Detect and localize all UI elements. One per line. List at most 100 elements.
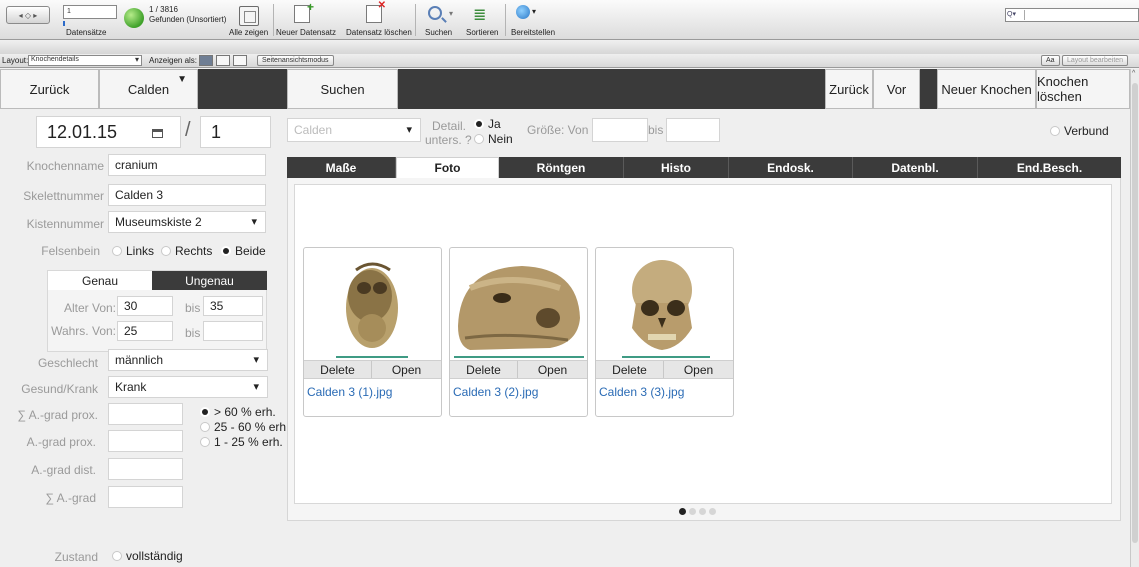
skeleton-number-field[interactable]: Calden 3 xyxy=(108,184,266,206)
preservation-mid-radio[interactable]: 25 - 60 % erh. xyxy=(200,420,289,434)
verbund-radio[interactable]: Verbund xyxy=(1050,124,1109,138)
size-to-field[interactable] xyxy=(666,118,720,142)
age-precision-panel: Genau Ungenau Alter Von: 30 bis 35 Wahrs… xyxy=(47,270,267,352)
page-dot[interactable] xyxy=(709,508,716,515)
share-dropdown-icon[interactable]: ▾ xyxy=(532,7,536,16)
scrollbar-thumb[interactable] xyxy=(1132,83,1138,543)
next-button[interactable]: Vor xyxy=(873,69,920,109)
open-photo-button[interactable]: Open xyxy=(372,361,441,378)
tab-endoscopy[interactable]: Endosk. xyxy=(729,157,853,178)
petrous-left-radio[interactable]: Links xyxy=(112,244,154,258)
abrasion-prox-label: A.-grad prox. xyxy=(26,435,96,449)
delete-record-button[interactable]: Datensatz löschen xyxy=(346,28,412,37)
photo-filename-link[interactable]: Calden 3 (3).jpg xyxy=(599,385,684,399)
delete-photo-button[interactable]: Delete xyxy=(596,361,664,378)
detail-no-radio[interactable]: Nein xyxy=(474,132,513,146)
health-select[interactable]: Krank xyxy=(108,376,268,398)
tab-measurements[interactable]: Maße xyxy=(287,157,396,178)
record-book-icon[interactable]: ◂ ◇ ▸ xyxy=(6,6,50,24)
tab-xray[interactable]: Röntgen xyxy=(499,157,624,178)
quick-find-input[interactable]: Q▾ xyxy=(1005,8,1139,22)
petrous-right-radio[interactable]: Rechts xyxy=(161,244,212,258)
page-dot[interactable] xyxy=(699,508,706,515)
found-status: Gefunden (Unsortiert) xyxy=(149,15,227,24)
photo-filename-link[interactable]: Calden 3 (2).jpg xyxy=(453,385,538,399)
sex-select[interactable]: männlich xyxy=(108,349,268,371)
text-format-button[interactable]: Aa xyxy=(1041,55,1060,66)
tab-datasheet[interactable]: Datenbl. xyxy=(853,157,978,178)
preview-mode-button[interactable]: Seitenansichtsmodus xyxy=(257,55,334,66)
preservation-low-radio[interactable]: 1 - 25 % erh. xyxy=(200,435,283,449)
scroll-up-icon[interactable]: ^ xyxy=(1132,70,1135,77)
skull-photo-1[interactable] xyxy=(304,248,441,358)
delete-record-icon[interactable] xyxy=(366,0,386,23)
tab-exact[interactable]: Genau xyxy=(48,271,152,290)
delete-photo-button[interactable]: Delete xyxy=(304,361,372,378)
box-number-select[interactable]: Museumskiste 2 xyxy=(108,211,266,233)
sum-abrasion-prox-field[interactable] xyxy=(108,403,183,425)
skull-photo-2[interactable] xyxy=(450,248,587,358)
sex-label: Geschlecht xyxy=(37,356,98,370)
new-record-icon[interactable] xyxy=(294,0,314,23)
size-from-field[interactable] xyxy=(592,118,648,142)
photo-filename-link[interactable]: Calden 3 (1).jpg xyxy=(307,385,392,399)
sequence-number-field[interactable]: 1 xyxy=(200,116,271,148)
search-button[interactable]: Suchen xyxy=(425,28,452,37)
show-all-icon[interactable] xyxy=(239,6,259,26)
list-view-button[interactable] xyxy=(216,55,230,66)
form-view-button[interactable] xyxy=(199,55,213,66)
chevron-down-icon: ▼ xyxy=(177,74,187,85)
condition-complete-radio[interactable]: vollständig xyxy=(112,549,183,563)
sum-abrasion-field[interactable] xyxy=(108,486,183,508)
delete-photo-button[interactable]: Delete xyxy=(450,361,518,378)
page-dot[interactable] xyxy=(689,508,696,515)
vertical-scrollbar[interactable]: ^ xyxy=(1130,69,1139,567)
search-icon[interactable] xyxy=(428,6,442,20)
examined-label: unters. ? xyxy=(425,133,472,147)
probable-from-field[interactable]: 25 xyxy=(117,321,173,341)
petrous-both-radio[interactable]: Beide xyxy=(221,244,266,258)
table-view-button[interactable] xyxy=(233,55,247,66)
new-record-button[interactable]: Neuer Datensatz xyxy=(276,28,336,37)
tab-inexact[interactable]: Ungenau xyxy=(152,271,267,290)
toolbar-spacer xyxy=(0,40,1139,54)
abrasion-dist-field[interactable] xyxy=(108,458,183,480)
quick-find-search-icon[interactable]: Q▾ xyxy=(1007,10,1025,20)
skull-photo-3[interactable] xyxy=(596,248,733,358)
share-button[interactable]: Bereitstellen xyxy=(511,28,555,37)
share-icon[interactable] xyxy=(516,5,530,19)
tab-photo[interactable]: Foto xyxy=(396,157,499,178)
show-all-button[interactable]: Alle zeigen xyxy=(229,28,268,37)
open-photo-button[interactable]: Open xyxy=(664,361,733,378)
open-photo-button[interactable]: Open xyxy=(518,361,587,378)
record-number-field[interactable]: 1 xyxy=(63,5,117,19)
calendar-icon[interactable] xyxy=(152,129,163,138)
edit-layout-button[interactable]: Layout bearbeiten xyxy=(1062,55,1129,66)
abrasion-dist-label: A.-grad dist. xyxy=(31,463,96,477)
preservation-high-radio[interactable]: > 60 % erh. xyxy=(200,405,276,419)
detail-yes-radio[interactable]: Ja xyxy=(474,117,501,131)
sort-button[interactable]: Sortieren xyxy=(466,28,498,37)
tab-histo[interactable]: Histo xyxy=(624,157,729,178)
site-select[interactable]: Calden xyxy=(287,118,421,142)
page-dot-active[interactable] xyxy=(679,508,686,515)
search-dropdown-icon[interactable]: ▾ xyxy=(449,9,453,18)
age-to-field[interactable]: 35 xyxy=(203,296,263,316)
new-bone-button[interactable]: Neuer Knochen xyxy=(937,69,1036,109)
layout-label: Layout: xyxy=(2,56,29,65)
tab-end-description[interactable]: End.Besch. xyxy=(978,157,1121,178)
age-from-field[interactable]: 30 xyxy=(117,296,173,316)
abrasion-prox-field[interactable] xyxy=(108,430,183,452)
delete-bone-button[interactable]: Knochen löschen xyxy=(1036,69,1130,109)
condition-label: Zustand xyxy=(54,550,98,564)
view-as-label: Anzeigen als: xyxy=(149,56,198,65)
previous-button[interactable]: Zurück xyxy=(825,69,873,109)
location-menu-button[interactable]: Calden ▼ xyxy=(99,69,198,109)
layout-select[interactable]: Knochendetails xyxy=(28,55,142,66)
search-nav-button[interactable]: Suchen xyxy=(287,69,398,109)
record-slider[interactable] xyxy=(63,21,117,26)
back-button[interactable]: Zurück xyxy=(0,69,99,109)
bone-name-field[interactable]: cranium xyxy=(108,154,266,176)
probable-to-field[interactable] xyxy=(203,321,263,341)
sort-icon[interactable]: ≣ xyxy=(473,5,486,25)
